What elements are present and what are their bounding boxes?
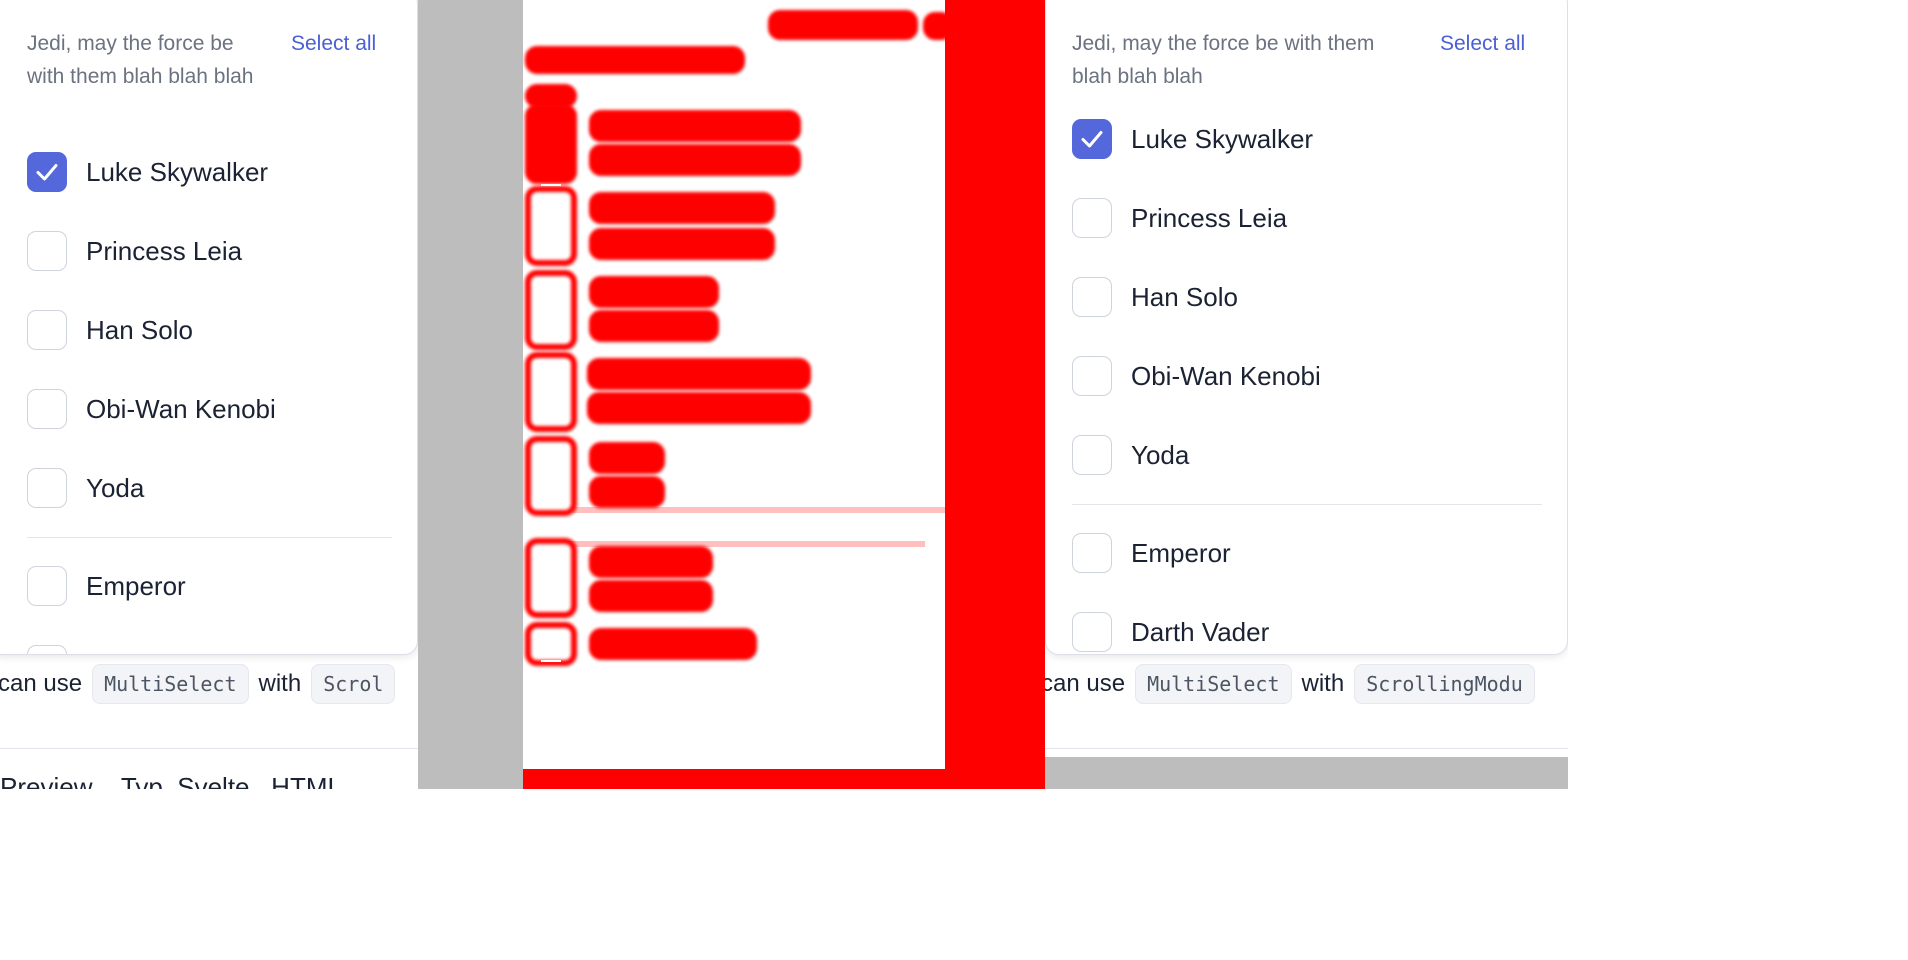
diff-marker [541, 390, 561, 392]
caption-text: can use [1045, 670, 1126, 697]
diff-region [589, 144, 801, 176]
diff-region [589, 192, 775, 224]
option-label: Darth Vader [1131, 616, 1270, 647]
diff-region [589, 110, 801, 142]
diff-region [523, 769, 1045, 789]
checkbox[interactable] [27, 468, 67, 508]
diff-region [589, 580, 713, 612]
section-divider [1045, 748, 1568, 749]
option-luke-skywalker[interactable]: Luke Skywalker [1072, 119, 1313, 159]
inline-code: Scrol [311, 664, 396, 704]
diff-marker [541, 226, 561, 228]
option-princess-leia[interactable]: Princess Leia [1072, 198, 1287, 238]
caption-text: with [258, 670, 302, 697]
group-divider [1072, 504, 1542, 505]
option-han-solo[interactable]: Han Solo [1072, 277, 1238, 317]
diff-region [589, 476, 665, 508]
diff-region [525, 46, 745, 74]
option-label: Yoda [1131, 439, 1190, 470]
multiselect-popover: Jedi, may the force be with them blah bl… [0, 0, 418, 655]
checkmark-icon [1081, 131, 1103, 148]
option-emperor[interactable]: Emperor [1072, 533, 1231, 573]
diff-region [525, 104, 577, 184]
option-label: Princess Leia [86, 235, 243, 266]
checkbox[interactable] [1072, 198, 1112, 238]
checkbox[interactable] [1072, 533, 1112, 573]
option-label: Obi-Wan Kenobi [1131, 360, 1321, 391]
option-label: Han Solo [86, 314, 193, 345]
caption-text: with [1301, 670, 1345, 697]
checkbox[interactable] [27, 310, 67, 350]
comparison-gutter [418, 0, 523, 789]
option-label: Obi-Wan Kenobi [86, 393, 276, 424]
option-partially-hidden[interactable] [27, 645, 67, 654]
diff-marker [541, 474, 561, 476]
option-obi-wan-kenobi[interactable]: Obi-Wan Kenobi [27, 389, 276, 429]
diff-region [587, 358, 811, 390]
diff-marker [541, 660, 561, 662]
left-screenshot-pane: Jedi, may the force be with them blah bl… [0, 0, 418, 789]
diff-region [589, 228, 775, 260]
helper-text: Jedi, may the force be with them blah bl… [27, 32, 254, 88]
diff-region [525, 352, 577, 432]
diff-region [589, 442, 665, 474]
diff-region [573, 507, 945, 513]
option-label: Han Solo [1131, 281, 1238, 312]
diff-marker [541, 308, 561, 310]
diff-region [589, 310, 719, 342]
group-divider [27, 537, 392, 538]
diff-region [589, 628, 757, 660]
section-divider [0, 748, 418, 749]
multiselect-popover: Jedi, may the force be with them blah bl… [1045, 0, 1568, 655]
checkbox[interactable] [1072, 612, 1112, 652]
select-all-link[interactable]: Select all [1440, 27, 1525, 60]
select-all-link[interactable]: Select all [291, 27, 376, 60]
option-label: Yoda [86, 472, 145, 503]
checkbox[interactable] [27, 645, 67, 654]
diff-region [525, 270, 577, 350]
checkbox[interactable] [27, 389, 67, 429]
diff-marker [541, 578, 561, 580]
option-luke-skywalker[interactable]: Luke Skywalker [27, 152, 268, 192]
checkbox[interactable] [1072, 277, 1112, 317]
usage-caption: can use MultiSelect with ScrollingModu [1045, 664, 1545, 704]
diff-region [923, 12, 953, 40]
option-label: Luke Skywalker [86, 156, 269, 187]
option-label: Princess Leia [1131, 202, 1288, 233]
inline-code: ScrollingModu [1354, 664, 1535, 704]
gray-strip [1045, 757, 1568, 789]
checkbox[interactable] [27, 231, 67, 271]
inline-code: MultiSelect [1135, 664, 1292, 704]
option-darth-vader[interactable]: Darth Vader [1072, 612, 1269, 652]
inline-code: MultiSelect [92, 664, 249, 704]
checkbox[interactable] [1072, 435, 1112, 475]
diff-region [589, 546, 713, 578]
code-tabs-row: Preview Typ Svelte HTML [0, 772, 342, 789]
option-label: Emperor [86, 570, 186, 601]
checkmark-icon [36, 164, 58, 181]
diff-region [945, 0, 1045, 789]
option-label: Luke Skywalker [1131, 123, 1314, 154]
diff-region [768, 10, 918, 40]
option-han-solo[interactable]: Han Solo [27, 310, 193, 350]
diff-region [587, 392, 811, 424]
option-obi-wan-kenobi[interactable]: Obi-Wan Kenobi [1072, 356, 1321, 396]
checkbox[interactable] [1072, 356, 1112, 396]
checkbox-checked[interactable] [1072, 119, 1112, 159]
option-emperor[interactable]: Emperor [27, 566, 186, 606]
right-screenshot-pane: Jedi, may the force be with them blah bl… [1045, 0, 1568, 789]
option-yoda[interactable]: Yoda [27, 468, 144, 508]
diff-overlay-pane [523, 0, 1045, 789]
option-yoda[interactable]: Yoda [1072, 435, 1189, 475]
checkbox-checked[interactable] [27, 152, 67, 192]
diff-region [525, 436, 577, 516]
caption-text: can use [0, 670, 83, 697]
option-label: Emperor [1131, 537, 1231, 568]
checkbox[interactable] [27, 566, 67, 606]
helper-text: Jedi, may the force be with them blah bl… [1072, 32, 1375, 88]
usage-caption: can use MultiSelect with Scrol [0, 664, 405, 704]
diff-region [589, 276, 719, 308]
option-princess-leia[interactable]: Princess Leia [27, 231, 242, 271]
diff-marker [541, 184, 561, 186]
